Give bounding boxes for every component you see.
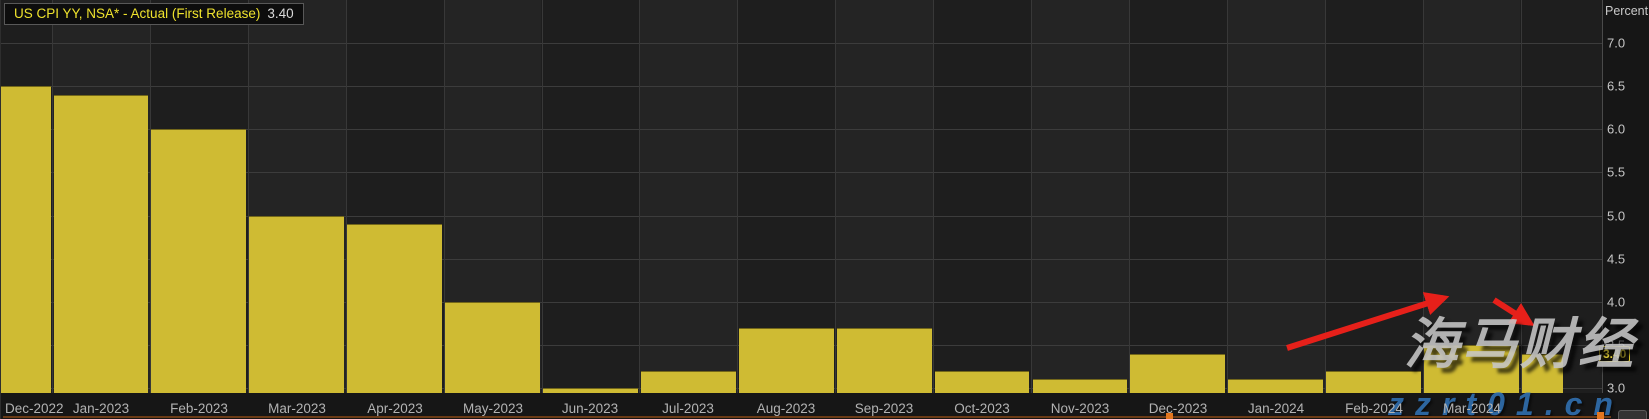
x-label-Mar-2023: Mar-2023: [268, 401, 326, 416]
x-label-Nov-2023: Nov-2023: [1051, 401, 1110, 416]
bar-Aug-2023[interactable]: [739, 328, 834, 393]
y-axis-title: Percent: [1605, 4, 1648, 18]
bar-Jul-2023[interactable]: [641, 371, 736, 393]
cpi-bar-chart: Dec-2022 Jan-2023 Feb-2023 Mar-2023 Apr-2023…: [0, 0, 1649, 419]
h-gridline: [1, 43, 1603, 44]
x-label-Jan-2024: Jan-2024: [1248, 401, 1304, 416]
scrubber-handle[interactable]: [1166, 413, 1173, 419]
y-label-5.5: 5.5: [1607, 165, 1625, 180]
x-label-Dec-2022: Dec-2022: [5, 401, 64, 416]
column-shading: [1227, 0, 1325, 393]
x-label-Jun-2023: Jun-2023: [562, 401, 618, 416]
v-gridline: [1227, 0, 1228, 393]
bar-Feb-2023[interactable]: [151, 129, 246, 393]
y-label-6.5: 6.5: [1607, 79, 1625, 94]
x-label-Dec-2023: Dec-2023: [1149, 401, 1208, 416]
plot-area: [1, 0, 1603, 393]
y-label-5.0: 5.0: [1607, 209, 1625, 224]
bar-Dec-2023[interactable]: [1130, 354, 1225, 394]
bar-Dec-2022[interactable]: [1, 86, 51, 393]
x-label-Feb-2023: Feb-2023: [170, 401, 228, 416]
x-label-Jan-2023: Jan-2023: [73, 401, 129, 416]
legend-value: 3.40: [267, 6, 293, 21]
column-shading: [639, 0, 737, 393]
v-gridline: [933, 0, 934, 393]
h-gridline: [1, 86, 1603, 87]
x-label-May-2023: May-2023: [463, 401, 523, 416]
scrollbar-corner-button[interactable]: [1618, 410, 1647, 419]
y-label-4.5: 4.5: [1607, 252, 1625, 267]
timeline-scrubber-track[interactable]: [3, 416, 1611, 418]
brand-watermark: 海马财经: [1404, 314, 1649, 374]
bar-Apr-2023[interactable]: [347, 224, 442, 393]
v-gridline: [542, 0, 543, 393]
legend-box[interactable]: US CPI YY, NSA* - Actual (First Release)…: [4, 3, 304, 25]
bar-Oct-2023[interactable]: [935, 371, 1030, 393]
legend-series-label: US CPI YY, NSA* - Actual (First Release): [14, 6, 260, 21]
bar-Jan-2024[interactable]: [1228, 379, 1323, 393]
bar-Sep-2023[interactable]: [837, 328, 932, 393]
y-label-6.0: 6.0: [1607, 122, 1625, 137]
bar-Nov-2023[interactable]: [1033, 379, 1128, 393]
x-label-Oct-2023: Oct-2023: [954, 401, 1010, 416]
v-gridline: [1031, 0, 1032, 393]
x-label-Aug-2023: Aug-2023: [757, 401, 816, 416]
bar-Mar-2023[interactable]: [249, 216, 344, 394]
bar-May-2023[interactable]: [445, 302, 540, 393]
y-label-7.0: 7.0: [1607, 36, 1625, 51]
x-label-Jul-2023: Jul-2023: [662, 401, 714, 416]
x-label-Apr-2023: Apr-2023: [367, 401, 423, 416]
v-gridline: [639, 0, 640, 393]
x-label-Sep-2023: Sep-2023: [855, 401, 914, 416]
v-gridline: [1325, 0, 1326, 393]
scrubber-handle-right[interactable]: [1597, 412, 1604, 419]
v-gridline: [1129, 0, 1130, 393]
x-label-Feb-2024: Feb-2024: [1345, 401, 1403, 416]
y-label-4.0: 4.0: [1607, 295, 1625, 310]
bar-Jan-2023[interactable]: [54, 95, 149, 393]
site-watermark: zzrt01.cn: [1388, 386, 1624, 419]
x-label-Mar-2024: Mar-2024: [1443, 401, 1501, 416]
column-shading: [1031, 0, 1129, 393]
